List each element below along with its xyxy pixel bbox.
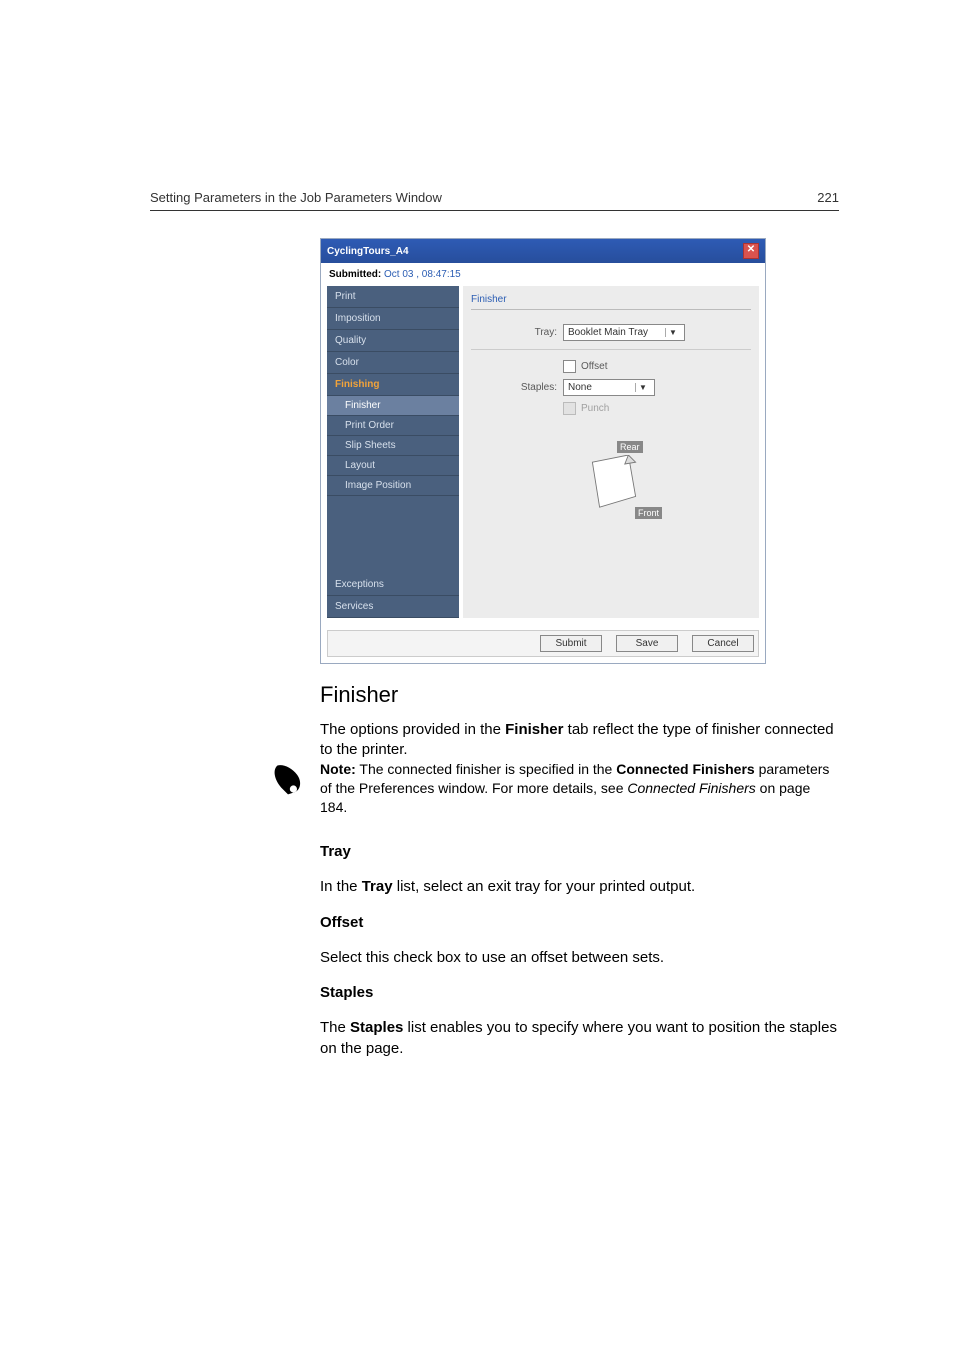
sidebar-item-print[interactable]: Print bbox=[327, 286, 459, 308]
tray-heading: Tray bbox=[320, 842, 839, 862]
button-bar: . Submit Save Cancel bbox=[327, 630, 759, 657]
page-icon bbox=[587, 455, 641, 509]
submitted-row: Submitted: Oct 03 , 08:47:15 bbox=[321, 263, 765, 286]
save-button[interactable]: Save bbox=[616, 635, 678, 652]
sidebar-item-color[interactable]: Color bbox=[327, 352, 459, 374]
punch-checkbox bbox=[563, 402, 576, 415]
tray-value: Booklet Main Tray bbox=[568, 327, 648, 338]
note-text: Note: The connected finisher is specifie… bbox=[320, 760, 839, 817]
running-header-left: Setting Parameters in the Job Parameters… bbox=[150, 190, 442, 205]
rear-label: Rear bbox=[617, 441, 643, 453]
finisher-intro: The options provided in the Finisher tab… bbox=[320, 720, 839, 761]
submit-button[interactable]: Submit bbox=[540, 635, 602, 652]
offset-label: Offset bbox=[581, 361, 608, 372]
sidebar-sub-slip-sheets[interactable]: Slip Sheets bbox=[327, 436, 459, 456]
sidebar-item-finishing[interactable]: Finishing bbox=[327, 374, 459, 396]
offset-checkbox[interactable] bbox=[563, 360, 576, 373]
page-diagram: Rear Front bbox=[471, 441, 751, 527]
sidebar-sub-image-position[interactable]: Image Position bbox=[327, 476, 459, 496]
staples-select[interactable]: None ▼ bbox=[563, 379, 655, 396]
staples-text: The Staples list enables you to specify … bbox=[320, 1018, 839, 1059]
sidebar-item-exceptions[interactable]: Exceptions bbox=[327, 574, 459, 596]
header-rule bbox=[150, 210, 839, 211]
cancel-button[interactable]: Cancel bbox=[692, 635, 754, 652]
sidebar-sub-finisher[interactable]: Finisher bbox=[327, 396, 459, 416]
chevron-down-icon[interactable]: ▼ bbox=[635, 383, 650, 392]
job-parameters-dialog: CyclingTours_A4 ✕ Submitted: Oct 03 , 08… bbox=[320, 238, 766, 664]
panel-title: Finisher bbox=[471, 294, 751, 305]
staples-heading: Staples bbox=[320, 983, 839, 1003]
submitted-value: Oct 03 , 08:47:15 bbox=[384, 269, 461, 280]
close-icon[interactable]: ✕ bbox=[743, 243, 759, 259]
note-icon bbox=[270, 762, 306, 798]
front-label: Front bbox=[635, 507, 662, 519]
tray-select[interactable]: Booklet Main Tray ▼ bbox=[563, 324, 685, 341]
staples-label: Staples: bbox=[471, 382, 557, 393]
staples-value: None bbox=[568, 382, 592, 393]
dialog-title: CyclingTours_A4 bbox=[327, 246, 409, 257]
sidebar-item-services[interactable]: Services bbox=[327, 596, 459, 618]
submitted-label: Submitted: bbox=[329, 269, 381, 280]
offset-heading: Offset bbox=[320, 913, 839, 933]
sidebar: Print Imposition Quality Color Finishing… bbox=[327, 286, 459, 618]
punch-label: Punch bbox=[581, 403, 609, 414]
sidebar-sub-layout[interactable]: Layout bbox=[327, 456, 459, 476]
sidebar-sub-print-order[interactable]: Print Order bbox=[327, 416, 459, 436]
tray-label: Tray: bbox=[471, 327, 557, 338]
offset-text: Select this check box to use an offset b… bbox=[320, 948, 839, 968]
finisher-panel: Finisher Tray: Booklet Main Tray ▼ Offse… bbox=[463, 286, 759, 618]
chevron-down-icon[interactable]: ▼ bbox=[665, 328, 680, 337]
tray-text: In the Tray list, select an exit tray fo… bbox=[320, 877, 839, 897]
section-heading-finisher: Finisher bbox=[320, 680, 839, 710]
page-number: 221 bbox=[817, 190, 839, 205]
sidebar-item-imposition[interactable]: Imposition bbox=[327, 308, 459, 330]
dialog-titlebar[interactable]: CyclingTours_A4 ✕ bbox=[321, 239, 765, 263]
sidebar-item-quality[interactable]: Quality bbox=[327, 330, 459, 352]
